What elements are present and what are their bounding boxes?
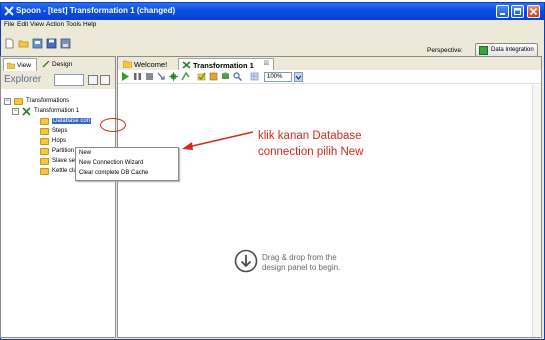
explorer-row: Explorer [1,71,115,89]
tree-item-transformations[interactable]: − Transformations [4,97,104,106]
tree-item-transformation-1[interactable]: − Transformation 1 [12,107,112,116]
chevron-down-icon [295,75,302,80]
perspective-label: Perspective: [427,47,463,54]
tree-label-transformations: Transformations [26,98,70,104]
explorer-tree: − Transformations − Transformation 1 Dat… [1,90,115,330]
folder-icon [40,138,49,145]
tree-item-hops[interactable]: Hops [40,137,115,146]
menu-help[interactable]: Help [83,21,96,28]
menu-action[interactable]: Action [46,21,64,28]
tab-design[interactable]: Design [39,58,79,71]
show-results-icon[interactable] [250,72,259,81]
minimize-icon [500,13,505,15]
spoon-app-icon [4,6,14,16]
context-menu-new[interactable]: New [79,150,91,156]
transformation-canvas[interactable]: Drag & drop from the design panel to beg… [118,85,531,337]
transformation-tab-icon [182,61,191,69]
annotation-arrow [182,131,254,150]
context-menu-new-connection-wizard[interactable]: New Connection Wizard [79,160,143,166]
transformation-toolbar: 100% [118,70,541,84]
context-menu: New New Connection Wizard Clear complete… [75,147,179,181]
annotation-text: klik kanan Database connection pilih New [258,128,363,160]
view-tab-icon [7,62,15,69]
stop-icon[interactable] [145,72,154,81]
tab-view-label: View [17,62,31,69]
save-as-icon[interactable] [60,38,71,49]
transformation-icon [22,107,31,116]
design-tab-icon [42,61,50,68]
debug-icon[interactable] [169,72,178,81]
left-panel-tabs: View Design [1,57,115,71]
left-panel: View Design Explorer − Transformations −… [0,56,116,338]
data-integration-icon [479,46,488,55]
tree-label-transformation-1: Transformation 1 [34,108,80,114]
editor-area: Welcome! Transformation 1 ☒ 100% Drag & … [117,56,542,338]
open-folder-icon[interactable] [18,38,29,49]
folder-icon [40,118,49,125]
collapse-icon[interactable]: − [12,108,19,115]
editor-tabs: Welcome! Transformation 1 ☒ [118,57,541,70]
collapse-all-button[interactable] [100,75,110,85]
replay-icon[interactable] [181,72,190,81]
tab-welcome[interactable]: Welcome! [120,58,176,70]
expand-all-button[interactable] [88,75,98,85]
folder-icon [40,148,49,155]
explore-db-icon[interactable] [233,72,242,81]
run-icon[interactable] [121,72,130,81]
tab-transformation-1-label: Transformation 1 [193,61,254,70]
folder-icon [40,168,49,175]
perspective-value: Data Integration [491,47,534,53]
zoom-dropdown-button[interactable] [294,72,303,82]
pause-icon[interactable] [133,72,142,81]
annotation-line-2: connection pilih New [258,146,364,158]
maximize-button[interactable] [511,5,524,18]
menu-bar: File Edit View Action Tools Help [1,20,544,30]
zoom-select[interactable]: 100% [264,72,292,82]
menu-edit[interactable]: Edit [17,21,28,28]
tab-design-label: Design [52,61,73,68]
window-title: Spoon - [test] Transformation 1 (changed… [16,6,176,15]
drag-drop-line-1: Drag & drop from the [262,253,337,262]
menu-tools[interactable]: Tools [66,21,81,28]
tab-welcome-label: Welcome! [134,60,168,69]
perspective-button[interactable]: Data Integration [475,43,538,57]
minimize-button[interactable] [496,5,509,18]
save-icon[interactable] [46,38,57,49]
vertical-scrollbar[interactable] [532,85,541,337]
explore-repository-icon[interactable] [32,38,43,49]
maximize-icon [514,8,521,15]
main-toolbar: Perspective: Data Integration [1,30,544,59]
close-icon [530,8,538,16]
drag-drop-hint: Drag & drop from the design panel to beg… [262,253,340,273]
annotation-highlight-circle [100,118,126,132]
tab-close-icon[interactable]: ☒ [264,60,269,67]
welcome-tab-icon [123,60,132,68]
tree-label-hops: Hops [52,138,67,144]
new-file-icon[interactable] [4,38,15,49]
title-bar: Spoon - [test] Transformation 1 (changed… [1,3,544,20]
preview-icon[interactable] [157,72,166,81]
tab-view[interactable]: View [3,58,37,71]
folder-icon [40,158,49,165]
context-menu-clear-db-cache[interactable]: Clear complete DB Cache [79,170,148,176]
drag-drop-line-2: design panel to begin. [262,263,341,272]
explorer-search-input[interactable] [54,74,84,86]
sql-icon[interactable] [221,72,230,81]
menu-view[interactable]: View [30,21,44,28]
drag-drop-arrow-icon [234,249,258,273]
impact-analysis-icon[interactable] [209,72,218,81]
folder-icon [40,128,49,135]
annotation-line-1: klik kanan Database [258,130,362,142]
tree-label-database-connections: Database con [52,118,92,124]
collapse-icon[interactable]: − [4,98,11,105]
folder-icon [14,98,23,105]
explorer-label: Explorer [4,74,42,85]
close-button[interactable] [527,5,540,18]
menu-file[interactable]: File [4,21,14,28]
verify-icon[interactable] [197,72,206,81]
tab-transformation-1[interactable]: Transformation 1 ☒ [178,58,274,70]
tree-label-steps: Steps [52,128,68,134]
